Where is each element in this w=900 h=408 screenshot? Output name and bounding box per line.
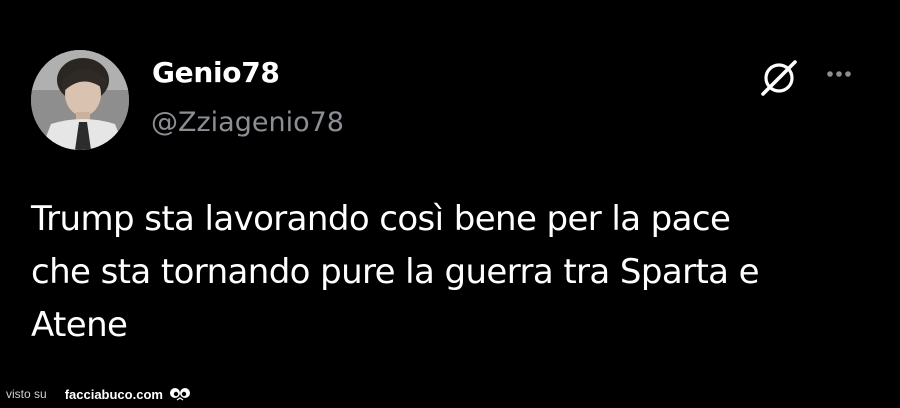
grok-icon[interactable] [755,54,803,102]
author-display-name[interactable]: Genio78 [152,56,280,90]
author-avatar[interactable] [31,50,129,150]
watermark-prefix: visto su [6,387,47,401]
watermark: visto su facciabuco.com [6,384,191,404]
author-handle[interactable]: @Zziagenio78 [151,106,344,140]
tweet-text: Trump sta lavorando così bene per la pac… [31,199,760,345]
more-options-icon[interactable] [823,62,869,86]
watermark-brand: facciabuco.com [64,386,163,402]
avatar-photo [31,50,129,150]
eyes-icon [169,388,190,401]
